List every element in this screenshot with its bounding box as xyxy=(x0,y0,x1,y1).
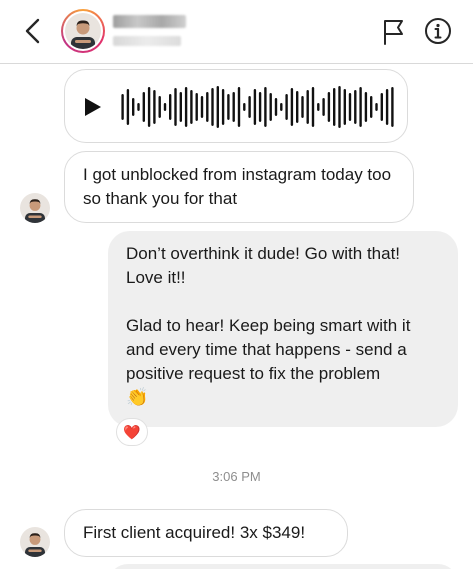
waveform-bar xyxy=(147,87,151,127)
waveform-bar xyxy=(142,92,145,122)
waveform-bar xyxy=(126,89,130,125)
waveform-bar xyxy=(375,103,378,111)
contact-avatar[interactable] xyxy=(61,9,105,53)
waveform-bar xyxy=(200,96,204,118)
waveform-bar xyxy=(274,98,278,116)
waveform-bar xyxy=(158,96,161,118)
waveform-bar xyxy=(184,87,188,127)
dm-conversation-screen: I got unblocked from instagram today too… xyxy=(0,0,473,569)
waveform-bar xyxy=(216,86,219,128)
waveform-bar xyxy=(211,88,214,126)
waveform-bar xyxy=(348,93,352,121)
message-text: I got unblocked from instagram today too… xyxy=(83,165,392,208)
waveform-bar xyxy=(306,90,309,124)
waveform-bar xyxy=(370,96,373,118)
sent-message[interactable]: Don’t overthink it dude! Go with that! L… xyxy=(108,231,458,427)
waveform-bar xyxy=(163,103,167,111)
chat-header xyxy=(0,0,473,64)
contact-avatar-image xyxy=(65,13,101,49)
waveform-bar xyxy=(354,90,357,124)
waveform-bar xyxy=(137,103,140,111)
audio-waveform[interactable] xyxy=(120,84,395,130)
waveform-bar xyxy=(227,94,230,120)
heart-reaction[interactable]: ❤️ xyxy=(116,418,148,446)
back-button[interactable] xyxy=(20,16,46,46)
sender-avatar-image xyxy=(20,527,50,557)
waveform-bar xyxy=(327,92,331,122)
info-button[interactable] xyxy=(424,17,452,45)
message-text-line-2: Glad to hear! Keep being smart with it a… xyxy=(126,316,411,383)
info-icon xyxy=(425,18,451,44)
waveform-bar xyxy=(232,92,235,122)
report-button[interactable] xyxy=(382,18,406,46)
received-message[interactable]: First client acquired! 3x $349! xyxy=(64,509,348,557)
waveform-bar xyxy=(385,89,389,125)
chevron-left-icon xyxy=(25,18,40,44)
waveform-bar xyxy=(338,86,341,128)
waveform-bar xyxy=(317,103,320,111)
waveform-bar xyxy=(258,92,262,122)
waveform-bar xyxy=(311,87,315,127)
waveform-bar xyxy=(243,103,246,111)
message-text: First client acquired! 3x $349! xyxy=(83,523,306,542)
waveform-bar xyxy=(364,92,368,122)
waveform-bar xyxy=(301,96,304,118)
clapping-hands-emoji: 👏 xyxy=(126,387,149,407)
heart-icon: ❤️ xyxy=(123,424,141,440)
waveform-bar xyxy=(280,103,283,111)
waveform-bar xyxy=(179,92,182,122)
waveform-bar xyxy=(206,92,209,122)
waveform-bar xyxy=(380,93,383,121)
waveform-bar xyxy=(359,87,362,127)
waveform-bar xyxy=(190,90,193,124)
sender-avatar[interactable] xyxy=(20,527,50,557)
waveform-bar xyxy=(391,87,394,127)
waveform-bar xyxy=(333,88,336,126)
voice-message-bubble[interactable] xyxy=(64,69,408,143)
play-icon xyxy=(85,98,101,116)
waveform-bar xyxy=(132,98,135,116)
sender-avatar[interactable] xyxy=(20,193,50,223)
waveform-bar xyxy=(322,98,325,116)
waveform-bar xyxy=(264,87,267,127)
waveform-bar xyxy=(153,90,156,124)
waveform-bar xyxy=(174,88,177,126)
play-button[interactable] xyxy=(84,97,102,117)
message-text-line-1: Don’t overthink it dude! Go with that! L… xyxy=(126,244,401,287)
waveform-bar xyxy=(221,89,225,125)
flag-icon xyxy=(384,20,403,45)
waveform-bar xyxy=(285,94,288,120)
waveform-bar xyxy=(237,87,241,127)
waveform-bar xyxy=(121,94,124,120)
waveform-bar xyxy=(296,91,299,123)
message-timestamp: 3:06 PM xyxy=(212,469,261,484)
waveform-bar xyxy=(195,93,198,121)
received-message[interactable]: I got unblocked from instagram today too… xyxy=(64,151,414,223)
waveform-bar xyxy=(169,94,172,120)
contact-name-redacted[interactable] xyxy=(113,15,186,28)
waveform-bar xyxy=(343,89,346,125)
waveform-bar xyxy=(269,93,272,121)
waveform-bar xyxy=(253,89,257,125)
waveform-bar xyxy=(290,88,294,126)
contact-username-redacted xyxy=(113,36,181,46)
sender-avatar-image xyxy=(20,193,50,223)
next-message-bubble-edge xyxy=(108,564,458,569)
waveform-bar xyxy=(248,96,251,118)
